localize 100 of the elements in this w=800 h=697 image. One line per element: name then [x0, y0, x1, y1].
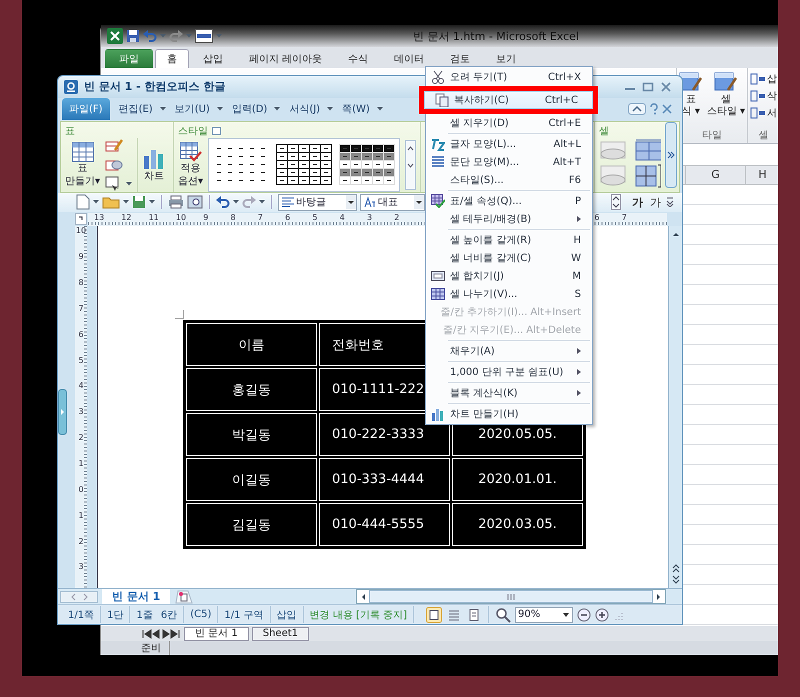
- page-view-icon[interactable]: [426, 606, 442, 623]
- ruler-number: 7: [258, 212, 264, 222]
- menu-tab[interactable]: 입력(D): [228, 99, 272, 120]
- menu-item[interactable]: 오려 두기(T) Ctrl+X: [428, 68, 590, 86]
- menu-item[interactable]: 표/셀 속성(Q)... P: [428, 192, 590, 210]
- ribbon-button[interactable]: 삭: [750, 89, 777, 103]
- print-preview-icon[interactable]: [187, 195, 203, 210]
- font-dropdown[interactable]: 대표: [360, 194, 425, 211]
- tab-stop-icon[interactable]: [75, 213, 87, 226]
- vertical-scrollbar[interactable]: [668, 226, 682, 588]
- format-button[interactable]: 가: [648, 194, 663, 210]
- horizontal-scrollbar[interactable]: [356, 589, 666, 604]
- word-processor-app-icon[interactable]: [64, 80, 78, 94]
- caret-icon[interactable]: [123, 200, 129, 204]
- menu-tab[interactable]: 서식(J): [285, 99, 324, 120]
- style-dropdown[interactable]: 바탕글: [278, 194, 357, 211]
- menu-item[interactable]: 셀 지우기(D) Ctrl+E: [428, 114, 590, 132]
- menu-tab[interactable]: 쪽(W): [338, 99, 374, 120]
- table-style-preview[interactable]: [276, 144, 332, 186]
- zoom-dropdown[interactable]: 90%: [515, 606, 573, 623]
- cells-icon: [750, 72, 766, 86]
- track-changes-status[interactable]: 변경 내용 [기록 중지]: [310, 608, 407, 622]
- caret-icon[interactable]: [216, 107, 223, 112]
- menu-tab[interactable]: 보기(U): [170, 99, 214, 120]
- table-style-preview[interactable]: [339, 144, 396, 186]
- cell-height-icon[interactable]: [635, 164, 661, 188]
- ruler-number: 9: [203, 212, 210, 222]
- page-down-icon[interactable]: [670, 574, 682, 586]
- form-icon[interactable]: [195, 29, 213, 43]
- menu-item[interactable]: 셀 높이를 같게(R) H: [428, 231, 590, 249]
- ruler-number: 0: [78, 484, 84, 496]
- caret-icon[interactable]: [327, 107, 334, 112]
- expand-ribbon-icon[interactable]: [665, 122, 677, 188]
- menu-item[interactable]: 스타일(S)... F6: [428, 171, 590, 189]
- new-tab-icon[interactable]: [174, 590, 194, 604]
- caret-icon[interactable]: [233, 200, 239, 204]
- sheet-tab[interactable]: 빈 문서 1: [184, 626, 249, 640]
- menu-item[interactable]: 글자 모양(L)... Alt+L: [428, 135, 590, 153]
- zoom-out-icon[interactable]: [577, 608, 591, 622]
- ruler-number: 11: [148, 212, 160, 222]
- menu-item[interactable]: 셀 나누기(V)... S: [428, 285, 590, 303]
- ribbon-tab[interactable]: 홈: [155, 49, 189, 68]
- close-icon[interactable]: [662, 104, 672, 114]
- new-document-icon[interactable]: [76, 194, 90, 210]
- ribbon-tab[interactable]: 삽입: [191, 49, 235, 68]
- ribbon-tab[interactable]: 파일: [105, 49, 153, 68]
- cells-icon: [750, 89, 766, 103]
- column-header[interactable]: G: [685, 166, 745, 184]
- menu-item[interactable]: 복사하기(C) Ctrl+C: [419, 86, 598, 114]
- menu-item[interactable]: 셀 테두리/배경(B): [428, 210, 590, 228]
- format-button[interactable]: 가: [630, 194, 645, 210]
- table-properties-icon: [431, 194, 445, 208]
- ribbon-tab[interactable]: 검토: [438, 49, 482, 68]
- split-cells-icon: [431, 287, 445, 301]
- caret-icon[interactable]: [376, 107, 383, 112]
- sheet-tab[interactable]: Sheet1: [252, 626, 310, 640]
- ribbon-button[interactable]: 삽: [750, 72, 777, 86]
- chart-button[interactable]: 차트: [143, 146, 166, 184]
- caret-icon[interactable]: [160, 107, 166, 112]
- sheet-navigation-icon[interactable]: [141, 628, 181, 638]
- menu-item[interactable]: 셀 합치기(J) M: [428, 267, 590, 285]
- side-panel-handle-icon[interactable]: [58, 389, 67, 436]
- document-tab[interactable]: 빈 문서 1: [102, 589, 170, 604]
- dialog-launcher-icon[interactable]: [212, 126, 221, 135]
- group-label: 표: [65, 124, 76, 138]
- column-header[interactable]: H: [745, 166, 778, 184]
- ribbon-tab[interactable]: 페이지 레이아웃: [237, 49, 334, 68]
- ribbon-tab[interactable]: 수식: [336, 49, 380, 68]
- caret-icon[interactable]: [259, 200, 265, 204]
- ribbon-tab[interactable]: 데이터: [382, 49, 436, 68]
- gallery-scroll-icon[interactable]: [405, 140, 416, 190]
- caret-icon[interactable]: [149, 200, 155, 204]
- redo-icon[interactable]: [169, 29, 183, 43]
- more-options-icon[interactable]: [666, 197, 674, 208]
- ribbon-tab[interactable]: 보기: [484, 49, 528, 68]
- menu-tab[interactable]: 편집(E): [114, 99, 157, 120]
- apply-options-button[interactable]: 적용 옵션▾: [178, 142, 204, 188]
- zoom-in-icon[interactable]: [595, 608, 609, 622]
- cell-width-icon[interactable]: [635, 138, 661, 162]
- help-icon[interactable]: [649, 103, 659, 116]
- ruler-number: 6: [78, 330, 84, 341]
- close-icon[interactable]: [660, 80, 672, 93]
- ribbon-button[interactable]: 셀 스타일 ▾: [706, 70, 745, 129]
- menu-item[interactable]: 셀 너비를 같게(C) W: [428, 249, 590, 267]
- menu-item[interactable]: 문단 모양(M)... Alt+T: [428, 153, 590, 171]
- make-table-button[interactable]: 표 만들기▾: [65, 142, 100, 188]
- scrollbar-thumb[interactable]: [369, 590, 653, 604]
- spin-buttons-icon[interactable]: [611, 194, 621, 210]
- spreadsheet-app-icon[interactable]: [107, 28, 123, 44]
- undo-icon[interactable]: [143, 29, 157, 43]
- caret-icon[interactable]: [93, 200, 99, 204]
- table-edit-icon[interactable]: [105, 138, 124, 154]
- undo-icon[interactable]: [216, 195, 230, 210]
- print-icon[interactable]: [168, 195, 184, 210]
- save-icon[interactable]: [126, 29, 140, 43]
- caret-icon[interactable]: [274, 107, 280, 112]
- zoom-icon[interactable]: [495, 606, 511, 623]
- ribbon-button[interactable]: 서: [750, 106, 777, 120]
- maximize-icon[interactable]: [642, 80, 654, 93]
- collapse-ribbon-icon[interactable]: [628, 103, 646, 116]
